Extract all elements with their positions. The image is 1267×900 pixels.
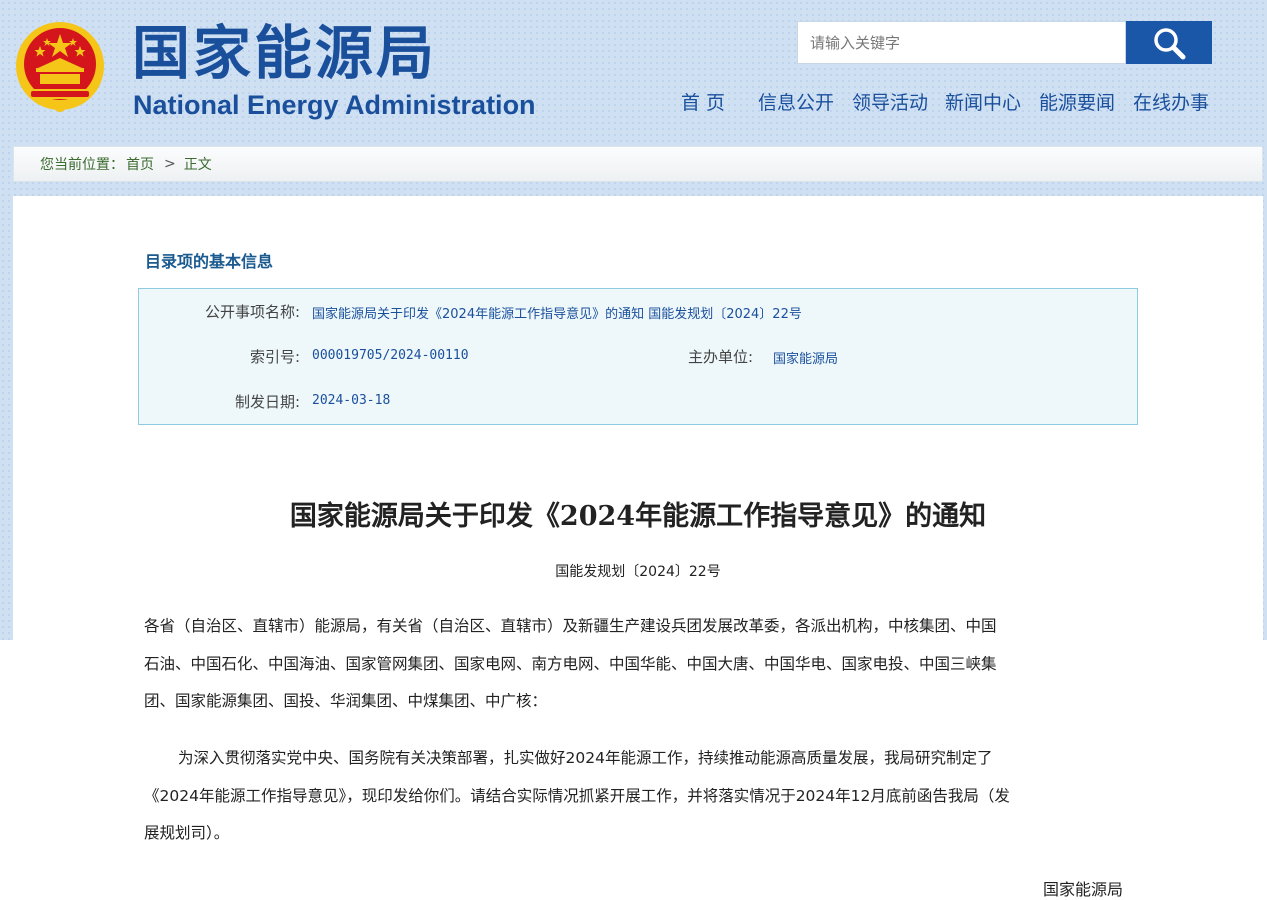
- addressees-line: 石油、中国石化、中国海油、国家管网集团、国家电网、南方电网、中国华能、中国大唐、…: [144, 654, 997, 673]
- info-section-title: 目录项的基本信息: [145, 252, 274, 271]
- nav-news[interactable]: 新闻中心: [945, 88, 1021, 118]
- info-index-label: 索引号:: [249, 348, 300, 366]
- magnifier-icon: [1154, 27, 1186, 59]
- search-button[interactable]: [1126, 21, 1212, 64]
- info-host-label: 主办单位:: [687, 348, 753, 366]
- body-line: 展规划司）。: [144, 824, 230, 842]
- breadcrumb-separator: >: [164, 156, 176, 172]
- document-title: 国家能源局关于印发《2024年能源工作指导意见》的通知: [289, 501, 987, 532]
- info-box: 公开事项名称: 国家能源局关于印发《2024年能源工作指导意见》的通知 国能发规…: [138, 288, 1138, 425]
- info-date-value: 2024-03-18: [312, 393, 391, 408]
- nav-leadership[interactable]: 领导活动: [852, 88, 928, 118]
- nav-info-disclosure[interactable]: 信息公开: [758, 88, 834, 118]
- addressees-line: 团、国家能源集团、国投、华润集团、中煤集团、中广核：: [144, 692, 548, 710]
- nav-online-services[interactable]: 在线办事: [1133, 88, 1209, 118]
- nav-energy-news[interactable]: 能源要闻: [1039, 88, 1115, 118]
- signature: 国家能源局: [1043, 880, 1124, 899]
- info-name-label: 公开事项名称:: [204, 303, 300, 321]
- logo-english[interactable]: National Energy Administration: [133, 88, 536, 122]
- nav-home[interactable]: 首 页: [681, 88, 725, 118]
- search-input[interactable]: [797, 21, 1126, 64]
- site-header: 国家能源局 National Energy Administration 首 页…: [0, 0, 1267, 140]
- breadcrumb-home[interactable]: 首页: [126, 154, 154, 174]
- body-line: 为深入贯彻落实党中央、国务院有关决策部署，扎实做好2024年能源工作，持续推动能…: [178, 749, 993, 767]
- article-content: 目录项的基本信息 公开事项名称: 国家能源局关于印发《2024年能源工作指导意见…: [13, 196, 1263, 900]
- breadcrumb-prefix: 您当前位置：: [40, 157, 124, 173]
- document-number: 国能发规划〔2024〕22号: [555, 564, 721, 580]
- info-name-value: 国家能源局关于印发《2024年能源工作指导意见》的通知 国能发规划〔2024〕2…: [312, 307, 802, 322]
- breadcrumb-current: 正文: [183, 157, 212, 173]
- addressees-paragraph: 各省（自治区、直辖市）能源局，有关省（自治区、直辖市）及新疆生产建设兵团发展改革…: [144, 608, 1134, 721]
- breadcrumb: 您当前位置： 首页 > 正文: [13, 146, 1263, 182]
- info-date-label: 制发日期:: [234, 393, 300, 411]
- info-host-value: 国家能源局: [773, 352, 839, 367]
- body-line: 《2024年能源工作指导意见》，现印发给你们。请结合实际情况抓紧开展工作，并将落…: [144, 786, 1010, 805]
- addressees-line: 各省（自治区、直辖市）能源局，有关省（自治区、直辖市）及新疆生产建设兵团发展改革…: [144, 617, 997, 635]
- logo-chinese[interactable]: 国家能源局: [132, 18, 437, 88]
- info-index-value: 000019705/2024-00110: [312, 348, 469, 363]
- national-emblem-icon: [16, 22, 104, 112]
- body-paragraph: 为深入贯彻落实党中央、国务院有关决策部署，扎实做好2024年能源工作，持续推动能…: [144, 740, 1134, 853]
